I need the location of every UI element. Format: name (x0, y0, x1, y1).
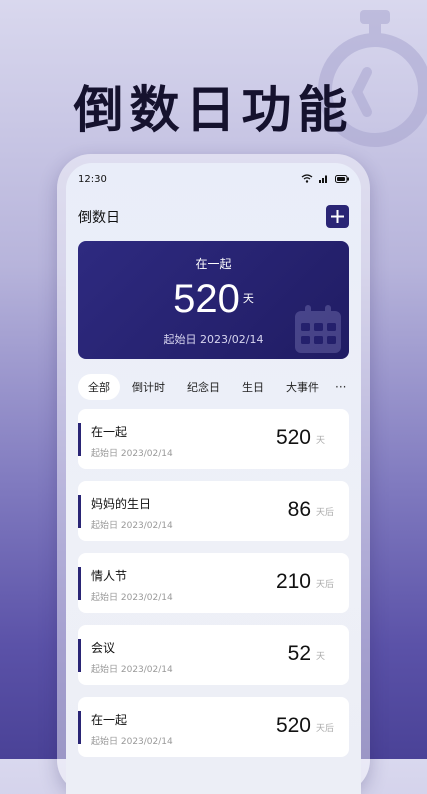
signal-icon (319, 175, 327, 183)
phone-screen: 12:30 倒数日 在一起 520 天 起始日 2023/02/14 全部 倒计… (66, 163, 361, 794)
plus-icon (331, 210, 344, 223)
item-start-date: 起始日 2023/02/14 (91, 593, 173, 603)
battery-icon (335, 174, 349, 183)
featured-event-count: 520 (173, 277, 240, 321)
item-unit: 天后 (316, 724, 335, 734)
wifi-icon (301, 174, 313, 183)
item-start-date: 起始日 2023/02/14 (91, 737, 173, 747)
category-tabs: 全部 倒计时 纪念日 生日 大事件 ··· (78, 374, 357, 400)
item-unit: 天后 (316, 580, 335, 590)
list-item[interactable]: 在一起 起始日 2023/02/14 520 天后 (78, 697, 349, 757)
item-title: 在一起 (91, 425, 128, 439)
item-unit: 天后 (316, 508, 335, 518)
item-start-date: 起始日 2023/02/14 (91, 665, 173, 675)
list-item[interactable]: 在一起 起始日 2023/02/14 520 天 (78, 409, 349, 469)
item-start-date: 起始日 2023/02/14 (91, 449, 173, 459)
item-start-date: 起始日 2023/02/14 (91, 521, 173, 531)
add-event-button[interactable] (326, 205, 349, 228)
item-count: 520 (275, 426, 311, 449)
event-list: 在一起 起始日 2023/02/14 520 天 妈妈的生日 起始日 2023/… (78, 409, 349, 769)
item-accent-bar (78, 639, 81, 672)
item-count: 86 (287, 498, 311, 521)
list-item[interactable]: 妈妈的生日 起始日 2023/02/14 86 天后 (78, 481, 349, 541)
page-title: 倒数日 (78, 210, 120, 226)
featured-event-card[interactable]: 在一起 520 天 起始日 2023/02/14 (78, 241, 349, 359)
item-accent-bar (78, 423, 81, 456)
item-accent-bar (78, 495, 81, 528)
item-count: 52 (287, 642, 311, 665)
list-item[interactable]: 情人节 起始日 2023/02/14 210 天后 (78, 553, 349, 613)
more-tabs-icon[interactable]: ··· (335, 380, 346, 394)
item-accent-bar (78, 711, 81, 744)
featured-event-unit: 天 (242, 292, 254, 305)
tab-anniversary[interactable]: 纪念日 (177, 374, 230, 400)
calendar-icon (295, 305, 341, 353)
item-accent-bar (78, 567, 81, 600)
item-count: 210 (275, 570, 311, 593)
phone-frame: 12:30 倒数日 在一起 520 天 起始日 2023/02/14 全部 倒计… (57, 154, 370, 794)
item-title: 妈妈的生日 (91, 497, 152, 511)
item-unit: 天 (316, 652, 326, 662)
item-count: 520 (275, 714, 311, 737)
tab-countdown[interactable]: 倒计时 (122, 374, 175, 400)
list-item[interactable]: 会议 起始日 2023/02/14 52 天 (78, 625, 349, 685)
tab-all[interactable]: 全部 (78, 374, 120, 400)
banner-title: 倒数日功能 (73, 81, 354, 139)
tab-major-events[interactable]: 大事件 (276, 374, 329, 400)
item-unit: 天 (316, 436, 326, 446)
status-time: 12:30 (78, 174, 107, 185)
tab-birthday[interactable]: 生日 (232, 374, 274, 400)
status-bar: 12:30 (78, 172, 349, 190)
item-title: 在一起 (91, 713, 128, 727)
item-title: 情人节 (91, 569, 128, 583)
item-title: 会议 (91, 641, 116, 655)
featured-event-name: 在一起 (195, 257, 232, 271)
